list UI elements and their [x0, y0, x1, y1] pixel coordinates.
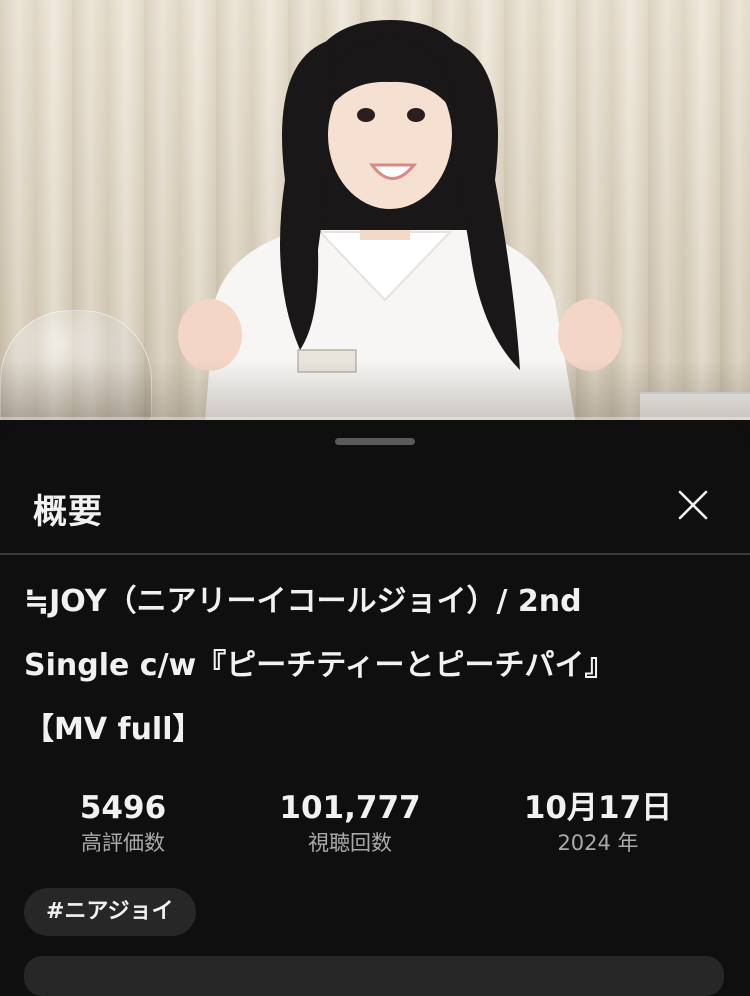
sheet-drag-handle[interactable]	[335, 438, 415, 445]
views-stat: 101,777 視聴回数	[260, 788, 440, 858]
close-button[interactable]	[670, 482, 716, 528]
video-frame-table	[0, 360, 750, 420]
description-card	[24, 956, 724, 996]
header-divider	[0, 553, 750, 555]
upload-date-stat: 10月17日 2024 年	[508, 788, 688, 858]
likes-stat: 5496 高評価数	[48, 788, 198, 858]
video-title-line-3: 【MV full】	[24, 712, 203, 747]
views-count: 101,777	[279, 790, 421, 826]
video-stats: 5496 高評価数 101,777 視聴回数 10月17日 2024 年	[0, 788, 750, 868]
hashtag-chip[interactable]: #ニアジョイ	[24, 888, 196, 936]
video-progress-bar[interactable]	[0, 417, 750, 420]
likes-count: 5496	[79, 790, 167, 826]
upload-year: 2024 年	[557, 831, 639, 855]
video-title-line-1: ≒JOY（ニアリーイコールジョイ）/ 2nd	[24, 584, 582, 619]
video-player[interactable]	[0, 0, 750, 420]
description-sheet: 概要 ≒JOY（ニアリーイコールジョイ）/ 2nd Single c/w『ピーチ…	[0, 422, 750, 996]
views-label: 視聴回数	[308, 831, 392, 855]
video-title-line-2: Single c/w『ピーチティーとピーチパイ』	[24, 648, 615, 683]
close-icon	[678, 490, 708, 520]
sheet-title: 概要	[33, 492, 103, 532]
likes-label: 高評価数	[81, 831, 165, 855]
upload-date: 10月17日	[523, 790, 673, 826]
video-title: ≒JOY（ニアリーイコールジョイ）/ 2nd Single c/w『ピーチティー…	[24, 570, 714, 762]
